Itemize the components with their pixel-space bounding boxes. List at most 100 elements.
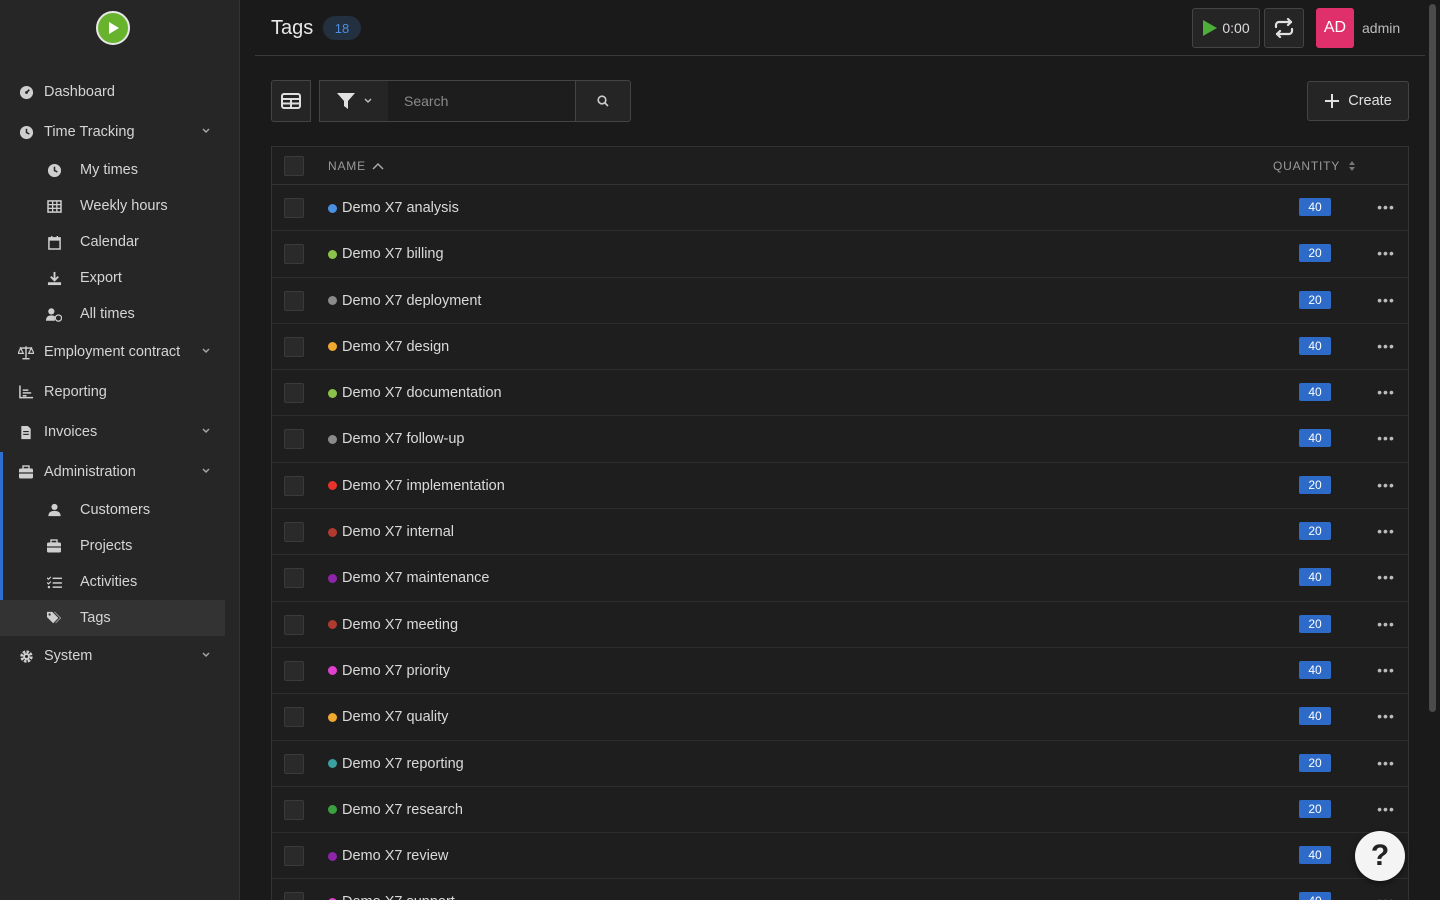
- sidebar-item-export[interactable]: Export: [0, 260, 240, 296]
- more-actions-icon[interactable]: •••: [1376, 567, 1396, 587]
- more-actions-icon[interactable]: •••: [1376, 521, 1396, 541]
- tag-name[interactable]: Demo X7 deployment: [328, 293, 481, 309]
- row-checkbox[interactable]: [284, 198, 304, 218]
- row-checkbox[interactable]: [284, 475, 304, 496]
- logo[interactable]: [96, 11, 130, 45]
- sidebar-item-employment-contract[interactable]: Employment contract: [0, 332, 240, 372]
- tag-name[interactable]: Demo X7 design: [328, 339, 449, 355]
- sync-button[interactable]: [1264, 8, 1304, 48]
- row-checkbox[interactable]: [284, 568, 304, 589]
- table-row[interactable]: Demo X7 research 20 •••: [272, 787, 1408, 834]
- tag-name[interactable]: Demo X7 internal: [328, 524, 454, 540]
- sidebar-item-activities[interactable]: Activities: [0, 564, 240, 600]
- sidebar-item-weekly-hours[interactable]: Weekly hours: [0, 188, 240, 224]
- table-row[interactable]: Demo X7 quality 40 •••: [272, 694, 1408, 741]
- more-actions-icon[interactable]: •••: [1376, 382, 1396, 402]
- chevron-down-icon[interactable]: [202, 466, 210, 477]
- invoice-icon: [18, 424, 34, 440]
- avatar[interactable]: AD: [1316, 8, 1354, 48]
- row-checkbox[interactable]: [284, 614, 304, 635]
- table-row[interactable]: Demo X7 design 40 •••: [272, 324, 1408, 371]
- more-actions-icon[interactable]: •••: [1376, 660, 1396, 680]
- row-checkbox[interactable]: [284, 336, 304, 357]
- search-button[interactable]: [575, 80, 631, 122]
- tag-name[interactable]: Demo X7 follow-up: [328, 431, 465, 447]
- chevron-down-icon[interactable]: [202, 426, 210, 437]
- tag-name[interactable]: Demo X7 maintenance: [328, 570, 490, 586]
- tag-name[interactable]: Demo X7 documentation: [328, 385, 502, 401]
- table-row[interactable]: Demo X7 follow-up 40 •••: [272, 416, 1408, 463]
- more-actions-icon[interactable]: •••: [1376, 428, 1396, 448]
- sidebar-item-tags[interactable]: Tags: [0, 600, 225, 636]
- row-checkbox[interactable]: [284, 429, 304, 450]
- table-row[interactable]: Demo X7 meeting 20 •••: [272, 602, 1408, 648]
- tag-name[interactable]: Demo X7 research: [328, 802, 463, 818]
- tag-name[interactable]: Demo X7 priority: [328, 663, 450, 679]
- sidebar-item-time-tracking[interactable]: Time Tracking: [0, 112, 240, 152]
- tag-name[interactable]: Demo X7 quality: [328, 709, 448, 725]
- column-name-header[interactable]: NAME: [328, 159, 384, 173]
- filter-button[interactable]: [319, 80, 389, 122]
- table-row[interactable]: Demo X7 analysis 40 •••: [272, 185, 1408, 232]
- sidebar-item-system[interactable]: System: [0, 636, 240, 676]
- row-checkbox[interactable]: [284, 522, 304, 543]
- more-actions-icon[interactable]: •••: [1376, 799, 1396, 819]
- row-checkbox[interactable]: [284, 707, 304, 728]
- username[interactable]: admin: [1362, 20, 1400, 36]
- row-checkbox[interactable]: [284, 383, 304, 404]
- more-actions-icon[interactable]: •••: [1376, 243, 1396, 263]
- row-checkbox[interactable]: [284, 244, 304, 265]
- tag-name[interactable]: Demo X7 billing: [328, 246, 444, 262]
- select-all-checkbox[interactable]: [284, 156, 304, 176]
- sidebar-item-calendar[interactable]: Calendar: [0, 224, 240, 260]
- sidebar-item-all-times[interactable]: All times: [0, 296, 240, 332]
- sidebar-item-customers[interactable]: Customers: [0, 492, 240, 528]
- row-checkbox[interactable]: [284, 290, 304, 311]
- table-row[interactable]: Demo X7 deployment 20 •••: [272, 278, 1408, 324]
- more-actions-icon[interactable]: •••: [1376, 891, 1396, 900]
- table-row[interactable]: Demo X7 review40•••: [272, 833, 1408, 880]
- chevron-down-icon[interactable]: [202, 346, 210, 357]
- start-timer-button[interactable]: 0:00: [1192, 8, 1260, 48]
- more-actions-icon[interactable]: •••: [1376, 475, 1396, 495]
- help-button[interactable]: ?: [1355, 831, 1405, 881]
- table-row[interactable]: Demo X7 maintenance 40 •••: [272, 555, 1408, 602]
- view-toggle-button[interactable]: [271, 80, 311, 122]
- search-input[interactable]: [388, 80, 576, 122]
- row-checkbox[interactable]: [284, 660, 304, 681]
- chevron-down-icon[interactable]: [202, 650, 210, 661]
- row-checkbox[interactable]: [284, 846, 304, 867]
- more-actions-icon[interactable]: •••: [1376, 290, 1396, 310]
- chevron-down-icon[interactable]: [202, 126, 210, 137]
- sidebar-item-my-times[interactable]: My times: [0, 152, 240, 188]
- more-actions-icon[interactable]: •••: [1376, 706, 1396, 726]
- table-row[interactable]: Demo X7 billing 20 •••: [272, 231, 1408, 278]
- sidebar-item-dashboard[interactable]: Dashboard: [0, 72, 240, 112]
- sidebar-item-reporting[interactable]: Reporting: [0, 372, 240, 412]
- more-actions-icon[interactable]: •••: [1376, 614, 1396, 634]
- more-actions-icon[interactable]: •••: [1376, 336, 1396, 356]
- tag-name[interactable]: Demo X7 support: [328, 894, 455, 900]
- table-row[interactable]: Demo X7 reporting 20 •••: [272, 741, 1408, 787]
- table-row[interactable]: Demo X7 priority 40 •••: [272, 648, 1408, 695]
- row-checkbox[interactable]: [284, 892, 304, 900]
- table-row[interactable]: Demo X7 implementation 20 •••: [272, 463, 1408, 510]
- tag-name[interactable]: Demo X7 implementation: [328, 478, 505, 494]
- row-checkbox[interactable]: [284, 753, 304, 774]
- column-quantity-header[interactable]: QUANTITY: [1273, 159, 1356, 173]
- tag-name[interactable]: Demo X7 reporting: [328, 756, 464, 772]
- sidebar-item-administration[interactable]: Administration: [0, 452, 240, 492]
- more-actions-icon[interactable]: •••: [1376, 753, 1396, 773]
- table-row[interactable]: Demo X7 internal 20 •••: [272, 509, 1408, 556]
- tag-name[interactable]: Demo X7 meeting: [328, 617, 458, 633]
- scrollbar[interactable]: [1429, 4, 1436, 712]
- tag-name[interactable]: Demo X7 review: [328, 848, 448, 864]
- create-button[interactable]: Create: [1307, 81, 1409, 121]
- tag-name[interactable]: Demo X7 analysis: [328, 200, 459, 216]
- table-row[interactable]: Demo X7 support 40 •••: [272, 879, 1408, 900]
- sidebar-item-projects[interactable]: Projects: [0, 528, 240, 564]
- sidebar-item-invoices[interactable]: Invoices: [0, 412, 240, 452]
- more-actions-icon[interactable]: •••: [1376, 197, 1396, 217]
- table-row[interactable]: Demo X7 documentation 40 •••: [272, 370, 1408, 417]
- row-checkbox[interactable]: [284, 799, 304, 820]
